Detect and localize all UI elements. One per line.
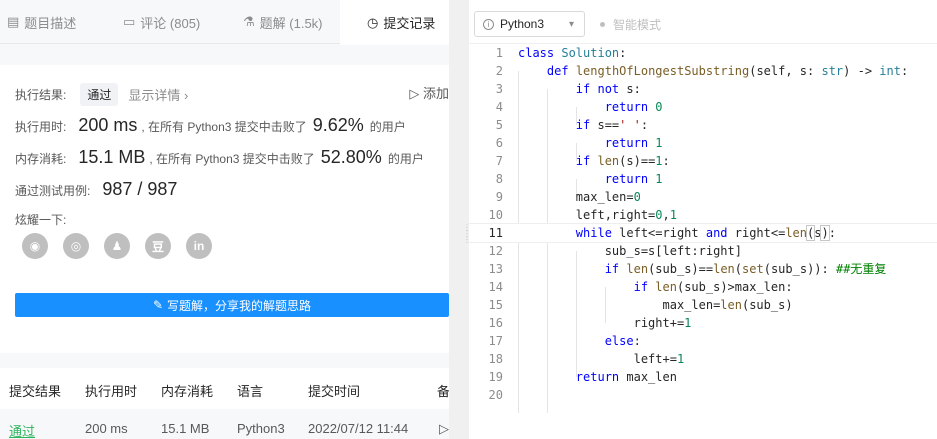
code-editor-panel: i Python3 ▾ 智能模式 1 class Solution: 2 def … [468, 0, 937, 439]
tab-bar: ▤ 题目描述 ▭ 评论 (805) ⚗ 题解 (1.5k) ◷ 提交记录 [0, 0, 449, 45]
row-runtime: 200 ms [85, 421, 128, 436]
smart-mode-label: 智能模式 [613, 18, 662, 32]
code-line: 12 sub_s=s[left:right] [488, 244, 742, 258]
language-value: Python3 [500, 17, 545, 31]
code-line: 10 left,right=0,1 [488, 208, 677, 222]
flask-icon: ⚗ [243, 14, 255, 29]
add-note-label: 添加 [422, 86, 449, 101]
show-details-link[interactable]: 显示详情 › [128, 85, 188, 104]
memory-row: 内存消耗: 15.1 MB , 在所有 Python3 提交中击败了 52.80… [15, 147, 424, 168]
smart-mode-toggle[interactable]: 智能模式 [600, 16, 661, 33]
code-line: 1 class Solution: [495, 46, 627, 60]
code-line: 16 right+=1 [488, 316, 692, 330]
problem-panel: ▤ 题目描述 ▭ 评论 (805) ⚗ 题解 (1.5k) ◷ 提交记录 执行结… [0, 0, 449, 439]
runtime-percentile: 9.62% [312, 115, 364, 135]
tab-description[interactable]: ▤ 题目描述 [7, 0, 76, 44]
submissions-table: 提交结果 执行用时 内存消耗 语言 提交时间 备 通过 200 ms 15.1 … [0, 368, 449, 439]
memory-text: , 在所有 Python3 提交中击败了 [149, 152, 315, 166]
code-line: 18 left+=1 [488, 352, 685, 366]
linkedin-icon[interactable]: in [186, 233, 212, 259]
qq-icon[interactable]: ♟ [104, 233, 130, 259]
row-flag-icon[interactable]: ▷ [439, 421, 449, 437]
share-row: 炫耀一下: [15, 211, 66, 228]
header-memory: 内存消耗 [161, 384, 214, 399]
code-line: 7 if len(s)==1: [495, 154, 670, 168]
row-result[interactable]: 通过 [9, 421, 35, 439]
code-line: 4 return 0 [495, 100, 663, 114]
runtime-label: 执行用时: [15, 120, 67, 134]
write-solution-label: 写题解，分享我的解题思路 [167, 298, 312, 313]
document-icon: ▤ [7, 14, 20, 29]
status-badge: 通过 [80, 83, 119, 106]
douban-icon[interactable]: 豆 [145, 233, 171, 259]
grip-icon: ⋮ ⋮ ⋮ [463, 223, 471, 244]
memory-value: 15.1 MB [78, 147, 146, 167]
runtime-value: 200 ms [78, 115, 138, 135]
code-line: 17 else: [488, 334, 641, 348]
header-result: 提交结果 [9, 384, 62, 399]
submission-result-card: 执行结果: 通过 显示详情 › ▷ 添加 执行用时: 200 ms , 在所有 … [0, 65, 449, 353]
tests-row: 通过测试用例: 987 / 987 [15, 179, 181, 200]
tab-solutions-label: 题解 (1.5k) [259, 15, 323, 31]
memory-label: 内存消耗: [15, 152, 67, 166]
panel-resize-handle[interactable]: ⋮ ⋮ ⋮ [449, 0, 471, 439]
header-language: 语言 [237, 384, 264, 399]
weibo-icon[interactable]: ◎ [63, 233, 89, 259]
code-line: 13 if len(sub_s)==len(set(sub_s)): ##无重复 [488, 262, 887, 276]
code-line: 19 return max_len [488, 370, 677, 384]
tab-description-label: 题目描述 [24, 15, 77, 31]
result-row: 执行结果: 通过 显示详情 › [15, 83, 188, 106]
row-memory: 15.1 MB [161, 421, 210, 436]
result-label: 执行结果: [15, 88, 67, 102]
tab-submissions-label: 提交记录 [383, 16, 436, 31]
runtime-text: , 在所有 Python3 提交中击败了 [141, 120, 307, 134]
code-line: 5 if s==' ': [495, 118, 649, 132]
chevron-down-icon: ▾ [568, 18, 574, 30]
row-language: Python3 [237, 421, 285, 436]
info-icon: i [483, 18, 494, 30]
add-note-button[interactable]: ▷ 添加 [409, 83, 449, 102]
comment-icon: ▭ [123, 14, 136, 29]
header-runtime: 执行用时 [85, 384, 138, 399]
memory-suffix: 的用户 [387, 152, 424, 166]
language-select[interactable]: i Python3 ▾ [474, 11, 585, 37]
write-solution-button[interactable]: ✎ 写题解，分享我的解题思路 [15, 293, 449, 317]
code-editor[interactable]: 1 class Solution: 2 def lengthOfLongestSu… [468, 44, 937, 439]
tab-comments-label: 评论 (805) [140, 15, 201, 31]
current-code-line: 11 while left<=right and right<=len(s): [468, 223, 937, 243]
tests-label: 通过测试用例: [15, 184, 91, 198]
row-submitted: 2022/07/12 11:44 [308, 421, 409, 436]
tab-submissions[interactable]: ◷ 提交记录 [340, 0, 449, 45]
code-line: 15 max_len=len(sub_s) [488, 298, 793, 312]
code-line: 2 def lengthOfLongestSubstring(self, s: … [495, 64, 909, 78]
pencil-icon: ✎ [152, 298, 164, 312]
code-line: 6 return 1 [495, 136, 663, 150]
code-line: 8 return 1 [495, 172, 663, 186]
table-row[interactable]: 通过 200 ms 15.1 MB Python3 2022/07/12 11:… [0, 409, 449, 439]
share-icons: ◉ ◎ ♟ 豆 in [22, 233, 212, 259]
runtime-suffix: 的用户 [369, 120, 406, 134]
code-line: 3 if not s: [495, 82, 641, 96]
wechat-icon[interactable]: ◉ [22, 233, 48, 259]
tests-value: 987 / 987 [102, 179, 178, 199]
memory-percentile: 52.80% [320, 147, 382, 167]
header-notes: 备 [437, 384, 449, 399]
status-dot-icon [600, 22, 605, 27]
flag-icon: ▷ [409, 86, 420, 101]
code-line: 14 if len(sub_s)>max_len: [488, 280, 793, 294]
tab-comments[interactable]: ▭ 评论 (805) [123, 0, 200, 44]
header-submitted: 提交时间 [308, 384, 361, 399]
code-line: 9 max_len=0 [495, 190, 641, 204]
code-line: 20 [488, 388, 503, 402]
runtime-row: 执行用时: 200 ms , 在所有 Python3 提交中击败了 9.62% … [15, 115, 406, 136]
tab-solutions[interactable]: ⚗ 题解 (1.5k) [243, 0, 323, 44]
editor-toolbar: i Python3 ▾ 智能模式 [469, 0, 937, 44]
clock-icon: ◷ [367, 14, 379, 30]
share-label: 炫耀一下: [15, 213, 67, 227]
